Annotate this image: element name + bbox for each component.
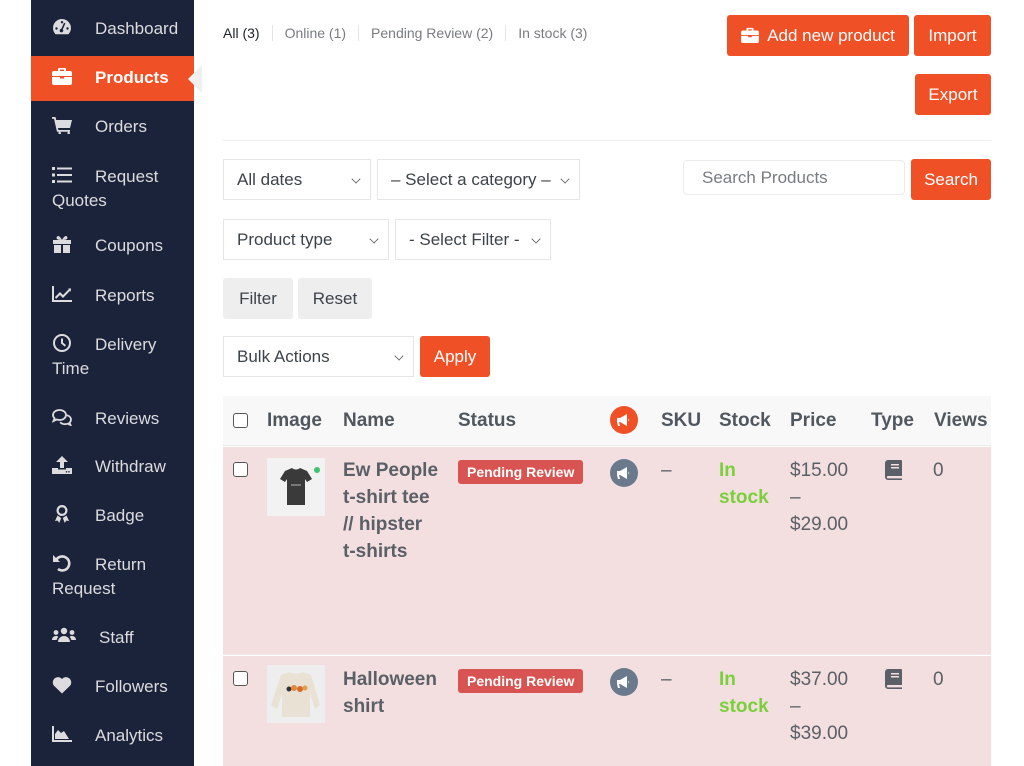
price-range: $15.00 – $29.00 [790,460,849,535]
sidebar-item-delivery-time[interactable]: Delivery Time [31,321,194,394]
select-filter-select[interactable]: - Select Filter - [395,219,551,260]
row-checkbox[interactable] [233,671,248,686]
comments-icon [51,408,74,427]
megaphone-icon [610,406,638,434]
users-icon [52,627,78,645]
add-new-product-button[interactable]: Add new product [727,15,909,56]
heart-icon [52,676,74,694]
sidebar-item-withdraw[interactable]: Withdraw [31,443,194,492]
column-header-image: Image [267,410,322,431]
sku-value: – [661,669,672,690]
chevron-down-icon [531,234,541,244]
book-icon [885,669,903,697]
award-icon [52,505,74,523]
tab-separator [271,25,273,41]
sidebar-item-orders[interactable]: Orders [31,101,194,150]
sidebar-item-request-quotes[interactable]: Request Quotes [31,150,194,223]
column-header-views: Views [934,410,988,431]
book-icon [885,460,903,488]
sidebar-item-analytics[interactable]: Analytics [31,712,194,761]
column-header-name[interactable]: Name [343,410,395,432]
tab-separator [358,25,360,41]
sidebar-item-reports[interactable]: Reports [31,272,194,321]
sidebar-item-badge[interactable]: Badge [31,492,194,541]
sidebar-item-products[interactable]: Products [31,56,202,101]
megaphone-icon[interactable] [610,459,638,487]
status-badge: Pending Review [458,669,584,693]
sidebar-item-followers[interactable]: Followers [31,663,194,712]
briefcase-icon [52,67,74,85]
reset-button[interactable]: Reset [298,278,372,319]
bulk-actions-select[interactable]: Bulk Actions [223,336,414,377]
product-thumbnail[interactable] [267,458,325,516]
table-row: Halloween shirt Pending Review – In stoc… [223,656,991,766]
sidebar-item-staff[interactable]: Staff [31,614,194,663]
tab-all[interactable]: All (3) [223,25,260,41]
tab-pending-review[interactable]: Pending Review (2) [371,25,493,41]
column-header-status: Status [458,410,517,431]
status-badge: Pending Review [458,460,584,484]
tab-online[interactable]: Online (1) [285,25,346,41]
briefcase-icon [741,27,760,43]
column-header-sku[interactable]: SKU [661,410,701,432]
row-checkbox[interactable] [233,462,248,477]
tab-in-stock[interactable]: In stock (3) [518,25,587,41]
category-select[interactable]: – Select a category – [377,159,580,200]
import-button[interactable]: Import [914,15,991,56]
filter-button[interactable]: Filter [223,278,293,319]
divider [223,140,991,141]
chart-line-icon [52,285,74,303]
undo-icon [52,554,74,572]
search-input[interactable]: Search Products [683,160,905,195]
chevron-down-icon [560,174,570,184]
product-type-select[interactable]: Product type [223,219,389,260]
column-header-type: Type [871,410,914,431]
sidebar-item-coupons[interactable]: Coupons [31,223,194,272]
views-count: 0 [933,669,944,690]
sidebar-item-dashboard[interactable]: Dashboard [31,0,194,57]
product-name[interactable]: Halloween shirt [343,666,453,720]
chevron-down-icon [369,234,379,244]
column-header-price[interactable]: Price [790,410,836,432]
black-tshirt-image [267,458,325,516]
chevron-down-icon [351,174,361,184]
sidebar-item-reviews[interactable]: Reviews [31,394,194,443]
table-row: Ew People t-shirt tee // hipster t-shirt… [223,447,991,655]
list-icon [52,166,74,184]
sidebar-item-return-request[interactable]: Return Request [31,541,194,614]
dashboard-icon [52,18,74,36]
product-thumbnail[interactable] [267,665,325,723]
views-count: 0 [933,460,944,481]
product-name[interactable]: Ew People t-shirt tee // hipster t-shirt… [343,457,453,565]
cart-icon [52,116,74,135]
chevron-down-icon [394,351,404,361]
tab-separator [505,25,507,41]
dates-select[interactable]: All dates [223,159,371,200]
price-range: $37.00 – $39.00 [790,669,849,744]
area-chart-icon [52,725,74,743]
upload-icon [52,456,74,474]
clock-icon [52,334,74,352]
search-button[interactable]: Search [911,159,991,200]
status-filter-tabs: All (3) Online (1) Pending Review (2) In st… [223,25,587,41]
stock-status: In stock [719,460,769,508]
stock-status: In stock [719,669,769,717]
column-header-stock: Stock [719,410,771,431]
sidebar: Dashboard Products Orders Request Quotes … [31,0,202,766]
apply-button[interactable]: Apply [420,336,490,377]
export-button[interactable]: Export [915,74,991,115]
halloween-sweatshirt-image [267,665,325,723]
table-header: Image Name Status SKU Stock Price Type V… [223,396,991,446]
megaphone-icon[interactable] [610,668,638,696]
select-all-checkbox[interactable] [233,413,248,428]
sku-value: – [661,460,672,481]
gift-icon [52,235,74,253]
